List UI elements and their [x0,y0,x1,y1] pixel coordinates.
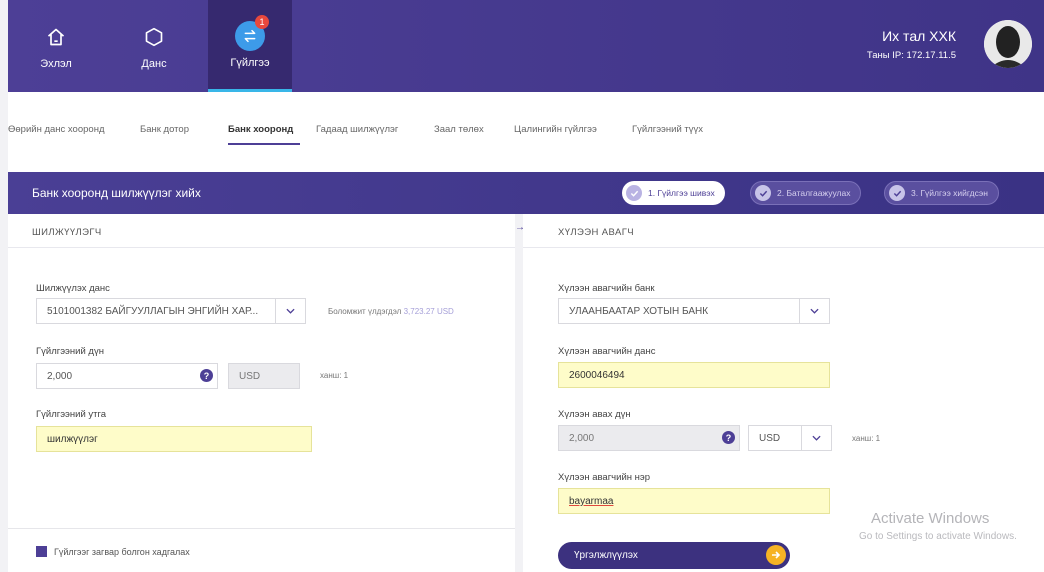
arrow-right-icon: → [515,222,525,233]
active-tab-underline [228,143,300,145]
continue-button[interactable]: Үргэлжлүүлэх [558,542,790,569]
amount-label: Гүйлгээний дүн [36,346,104,357]
amount-input[interactable]: 2,000 [36,363,218,389]
hexagon-icon [139,22,169,52]
divider [8,528,515,529]
save-template-label: Гүйлгээг загвар болгон хадгалах [54,547,190,557]
tab-foreign-transfer[interactable]: Гадаад шилжүүлэг [316,124,398,135]
sender-currency: USD [239,371,261,382]
step-1-label: 1. Гүйлгээ шивэх [648,188,715,198]
receiver-account-value: 2600046494 [569,370,625,381]
amount-value: 2,000 [47,371,73,382]
check-icon [889,185,905,201]
purpose-input[interactable]: шилжүүлэг [36,426,312,452]
nav-accounts[interactable]: Данс [112,0,196,92]
chevron-down-icon[interactable] [799,299,829,323]
user-name: Их тал ХХК [882,28,956,44]
receiver-heading: ХҮЛЭЭН АВАГЧ [523,214,1044,248]
user-ip: Таны IP: 172.17.11.5 [866,50,956,61]
check-icon [755,185,771,201]
tab-interbank[interactable]: Банк хооронд [228,124,293,135]
receiver-name-input[interactable]: bayarmaa [558,488,830,514]
step-2: 2. Баталгаажуулах [750,181,862,205]
available-balance-label: Боломжит үлдэгдэл [328,307,402,316]
check-icon [626,185,642,201]
tab-history[interactable]: Гүйлгээний түүх [632,124,703,135]
receiver-bank-value: УЛААНБААТАР ХОТЫН БАНК [569,306,709,317]
receiver-currency: USD [759,433,781,444]
tab-payroll[interactable]: Цалингийн гүйлгээ [514,124,597,135]
chevron-down-icon[interactable] [801,426,831,450]
available-balance: Боломжит үлдэгдэл 3,723.27 USD [328,307,454,316]
subtab-bar: Өөрийн данс хооронд Банк дотор Банк хоор… [8,92,1044,172]
tab-own-accounts[interactable]: Өөрийн данс хооронд [8,124,104,135]
source-account-value: 5101001382 БАЙГУУЛЛАГЫН ЭНГИЙН ХАР... [47,306,259,317]
tab-pay-bill[interactable]: Заал төлөх [434,124,484,135]
receive-amount-value: 2,000 [569,433,595,444]
sender-panel: ШИЛЖҮҮЛЭГЧ [8,214,515,572]
top-header: Эхлэл Данс 1 Гүйлгээ Их тал ХХК Таны IP:… [8,0,1044,92]
activation-watermark-subtitle: Go to Settings to activate Windows. [859,531,1017,542]
receiver-name-label: Хүлээн авагчийн нэр [558,472,651,483]
nav-accounts-label: Данс [141,58,167,70]
nav-home-label: Эхлэл [40,58,72,70]
step-1: 1. Гүйлгээ шивэх [622,181,725,205]
receiver-account-label: Хүлээн авагчийн данс [558,346,656,357]
nav-home[interactable]: Эхлэл [14,0,98,92]
source-account-label: Шилжүүлэх данс [36,283,110,294]
purpose-value: шилжүүлэг [47,434,98,445]
nav-transactions[interactable]: 1 Гүйлгээ [208,0,292,92]
help-icon[interactable]: ? [200,369,213,382]
receiver-currency-select[interactable]: USD [748,425,832,451]
available-balance-value: 3,723.27 USD [403,307,454,316]
receive-amount-field: 2,000 [558,425,740,451]
receiver-rate-note: ханш: 1 [852,434,881,443]
activation-watermark-title: Activate Windows [871,510,990,527]
sender-rate-note: ханш: 1 [320,371,349,380]
avatar[interactable] [984,20,1032,68]
purpose-label: Гүйлгээний утга [36,409,107,420]
receiver-name-value: bayarmaa [569,496,614,507]
source-account-select[interactable]: 5101001382 БАЙГУУЛЛАГЫН ЭНГИЙН ХАР... [36,298,306,324]
tab-within-bank[interactable]: Банк дотор [140,124,189,135]
transfer-icon: 1 [235,14,269,51]
page-title: Банк хооронд шилжүүлэг хийх [32,186,201,200]
step-3-label: 3. Гүйлгээ хийгдсэн [911,188,988,198]
continue-label: Үргэлжлүүлэх [574,550,638,561]
chevron-down-icon[interactable] [275,299,305,323]
step-2-label: 2. Баталгаажуулах [777,188,851,198]
page: Эхлэл Данс 1 Гүйлгээ Их тал ХХК Таны IP:… [0,0,1044,572]
receiver-bank-label: Хүлээн авагчийн банк [558,283,655,294]
sender-currency-field: USD [228,363,300,389]
home-icon [41,22,71,52]
form-title-bar: Банк хооронд шилжүүлэг хийх 1. Гүйлгээ ш… [8,172,1044,214]
receiver-account-input[interactable]: 2600046494 [558,362,830,388]
step-3: 3. Гүйлгээ хийгдсэн [884,181,999,205]
receiver-bank-select[interactable]: УЛААНБААТАР ХОТЫН БАНК [558,298,830,324]
receive-amount-label: Хүлээн авах дүн [558,409,631,420]
help-icon[interactable]: ? [722,431,735,444]
sender-heading: ШИЛЖҮҮЛЭГЧ [8,214,515,248]
arrow-right-icon [766,545,786,565]
notification-badge: 1 [255,14,269,29]
nav-transactions-label: Гүйлгээ [230,56,270,69]
save-template-checkbox[interactable] [36,546,47,557]
